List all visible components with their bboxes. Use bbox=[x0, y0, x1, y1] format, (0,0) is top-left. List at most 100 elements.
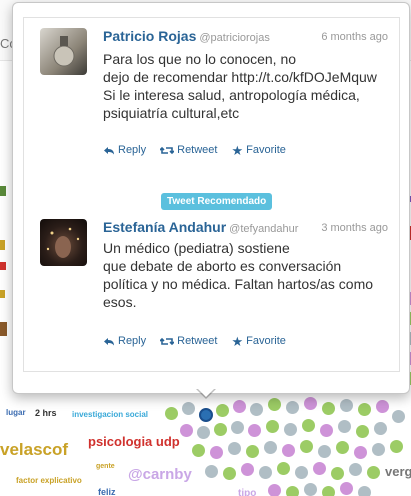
node-dot[interactable] bbox=[214, 423, 227, 436]
node-dot[interactable] bbox=[246, 445, 259, 458]
avatar[interactable] bbox=[40, 28, 87, 75]
node-dot[interactable] bbox=[372, 443, 385, 456]
reply-button[interactable]: Reply bbox=[103, 144, 146, 156]
node-dot[interactable] bbox=[392, 410, 405, 423]
node-dot-selected[interactable] bbox=[199, 408, 213, 422]
retweet-label: Retweet bbox=[177, 144, 218, 156]
author-name[interactable]: Patricio Rojas @patriciorojas bbox=[103, 28, 270, 44]
node-dot[interactable] bbox=[358, 403, 371, 416]
node-dot[interactable] bbox=[192, 444, 205, 457]
author-handle[interactable]: @tefyandahur bbox=[229, 223, 298, 235]
author-handle[interactable]: @patriciorojas bbox=[199, 32, 269, 44]
tweet-time[interactable]: 3 months ago bbox=[321, 222, 388, 234]
node-dot[interactable] bbox=[349, 463, 362, 476]
word-gente[interactable]: gente bbox=[96, 463, 115, 470]
node-dot[interactable] bbox=[284, 423, 297, 436]
node-dot[interactable] bbox=[358, 486, 371, 496]
word-fragment bbox=[0, 322, 7, 336]
node-dot[interactable] bbox=[250, 403, 263, 416]
node-dot[interactable] bbox=[286, 401, 299, 414]
tweet-text-line: psiquiatría cultural,etc bbox=[103, 105, 240, 121]
word-tipo[interactable]: tipo bbox=[238, 488, 256, 496]
node-dot[interactable] bbox=[228, 442, 241, 455]
node-dot[interactable] bbox=[390, 440, 403, 453]
author-name[interactable]: Estefanía Andahur @tefyandahur bbox=[103, 219, 298, 235]
node-dot[interactable] bbox=[295, 466, 308, 479]
favorite-button[interactable]: ★ Favorite bbox=[231, 144, 285, 157]
node-dot[interactable] bbox=[367, 466, 380, 479]
node-dot[interactable] bbox=[302, 419, 315, 432]
tweet-card-recommended: Tweet Recomendado Estefanía Andahur @tefy… bbox=[23, 181, 400, 372]
node-dot[interactable] bbox=[165, 407, 178, 420]
node-dot[interactable] bbox=[318, 445, 331, 458]
node-dot[interactable] bbox=[286, 486, 299, 496]
node-dot[interactable] bbox=[210, 446, 223, 459]
node-dot[interactable] bbox=[340, 399, 353, 412]
word-fragment bbox=[0, 240, 5, 250]
node-dot[interactable] bbox=[320, 424, 333, 437]
word-psicologia-udp[interactable]: psicologia udp bbox=[88, 434, 180, 449]
word-velascof[interactable]: velascof bbox=[0, 440, 68, 460]
avatar[interactable] bbox=[40, 219, 87, 266]
node-dot[interactable] bbox=[282, 444, 295, 457]
node-dot[interactable] bbox=[336, 441, 349, 454]
node-dot[interactable] bbox=[356, 425, 369, 438]
node-dot[interactable] bbox=[241, 463, 254, 476]
node-dot[interactable] bbox=[182, 402, 195, 415]
tweet-text-line: que debate de aborto es conversación bbox=[103, 258, 342, 274]
word-investigacion-social[interactable]: investigacion social bbox=[72, 410, 148, 419]
node-dot[interactable] bbox=[338, 420, 351, 433]
node-dot[interactable] bbox=[264, 441, 277, 454]
node-dot[interactable] bbox=[266, 420, 279, 433]
node-dot[interactable] bbox=[233, 400, 246, 413]
node-dot[interactable] bbox=[268, 398, 281, 411]
node-dot[interactable] bbox=[205, 465, 218, 478]
node-dot[interactable] bbox=[277, 462, 290, 475]
tweet-link-line[interactable]: dejo de recomendar http://t.co/kfDOJeMqu… bbox=[103, 68, 395, 86]
node-dot[interactable] bbox=[374, 422, 387, 435]
node-dot[interactable] bbox=[331, 467, 344, 480]
node-dot[interactable] bbox=[313, 462, 326, 475]
tweet-popover: Patricio Rojas @patriciorojas 6 months ag… bbox=[12, 2, 410, 394]
node-dot[interactable] bbox=[354, 446, 367, 459]
node-dot[interactable] bbox=[340, 482, 353, 495]
word-carnby[interactable]: @carnby bbox=[128, 466, 192, 483]
retweet-button[interactable]: Retweet bbox=[160, 144, 217, 156]
tweet-time[interactable]: 6 months ago bbox=[321, 31, 388, 43]
word-feliz[interactable]: feliz bbox=[98, 487, 116, 496]
popover-arrow bbox=[196, 388, 216, 399]
tweet-text-line: Para los que no lo conocen, no bbox=[103, 51, 297, 67]
node-dot[interactable] bbox=[322, 486, 335, 496]
recommended-badge: Tweet Recomendado bbox=[161, 193, 273, 210]
node-dot[interactable] bbox=[216, 404, 229, 417]
node-dot[interactable] bbox=[300, 440, 313, 453]
tweet-text: Un médico (pediatra) sostiene que debate… bbox=[103, 239, 395, 311]
node-dot[interactable] bbox=[322, 402, 335, 415]
tweet-text-line: Si le interesa salud, antropología médic… bbox=[103, 87, 360, 103]
retweet-button[interactable]: Retweet bbox=[160, 335, 217, 347]
tweet-actions: Reply Retweet ★ Favorite bbox=[103, 335, 286, 348]
node-dot[interactable] bbox=[304, 483, 317, 496]
node-dot[interactable] bbox=[180, 424, 193, 437]
node-dot[interactable] bbox=[259, 466, 272, 479]
node-dot[interactable] bbox=[197, 426, 210, 439]
author-display-name[interactable]: Patricio Rojas bbox=[103, 28, 196, 44]
node-dot[interactable] bbox=[304, 397, 317, 410]
reply-button[interactable]: Reply bbox=[103, 335, 146, 347]
node-dot[interactable] bbox=[248, 424, 261, 437]
node-dot[interactable] bbox=[231, 421, 244, 434]
tweet-card: Patricio Rojas @patriciorojas 6 months ag… bbox=[23, 17, 400, 183]
lightbulb-photo bbox=[53, 36, 75, 67]
tweet-text-line: política y no médica. Faltan hartos/as c… bbox=[103, 276, 374, 292]
node-dot[interactable] bbox=[376, 400, 389, 413]
favorite-button[interactable]: ★ Favorite bbox=[231, 335, 286, 348]
node-dot[interactable] bbox=[223, 467, 236, 480]
word-lugar[interactable]: lugar bbox=[6, 408, 26, 417]
word-2-hrs[interactable]: 2 hrs bbox=[35, 408, 57, 418]
word-factor-explicativo[interactable]: factor explicativo bbox=[16, 476, 82, 485]
node-dot[interactable] bbox=[268, 484, 281, 496]
author-display-name[interactable]: Estefanía Andahur bbox=[103, 219, 226, 235]
favorite-label: Favorite bbox=[246, 335, 286, 347]
reply-icon bbox=[104, 337, 114, 345]
word-verg[interactable]: verg bbox=[385, 464, 411, 479]
